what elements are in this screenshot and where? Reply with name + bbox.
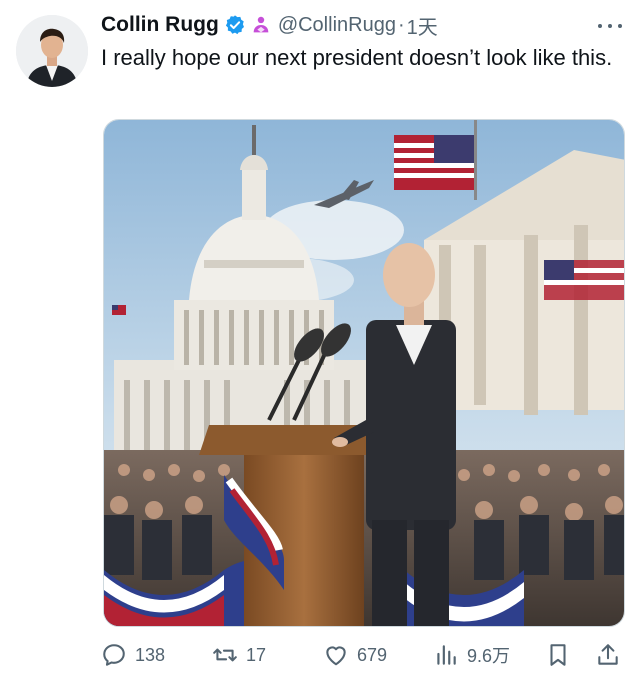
like-button[interactable]: 679 <box>323 640 387 670</box>
affiliate-icon[interactable] <box>250 14 272 36</box>
author-handle[interactable]: @CollinRugg <box>278 14 396 37</box>
reply-count: 138 <box>135 644 166 665</box>
tweet-image-illustration <box>104 120 624 626</box>
reply-icon <box>101 642 127 668</box>
like-count: 679 <box>357 644 388 665</box>
tweet-card: Collin Rugg @CollinRugg · 1天 I really ho… <box>0 0 640 684</box>
retweet-button[interactable]: 17 <box>212 640 266 670</box>
bookmark-button[interactable] <box>545 640 571 670</box>
retweet-count: 17 <box>246 644 267 665</box>
tweet-text: I really hope our next president doesn’t… <box>101 45 613 70</box>
tweet-header: Collin Rugg @CollinRugg · 1天 <box>101 10 438 40</box>
views-button[interactable]: 9.6万 <box>433 640 510 670</box>
retweet-icon <box>212 642 238 668</box>
avatar-image <box>16 15 88 87</box>
views-icon <box>433 642 459 668</box>
verified-badge-icon <box>224 14 246 36</box>
avatar[interactable] <box>16 15 88 87</box>
share-icon <box>595 642 621 668</box>
views-count: 9.6万 <box>467 646 511 666</box>
more-icon[interactable] <box>598 14 622 38</box>
tweet-image[interactable] <box>103 119 625 627</box>
separator-dot: · <box>397 13 405 36</box>
author-name[interactable]: Collin Rugg <box>101 13 219 37</box>
reply-button[interactable]: 138 <box>101 640 165 670</box>
action-bar: 138 17 679 9.6万 <box>101 640 623 670</box>
tweet-timestamp[interactable]: 1天 <box>407 11 438 40</box>
like-icon <box>323 642 349 668</box>
share-button[interactable] <box>595 640 621 670</box>
bookmark-icon <box>545 642 571 668</box>
